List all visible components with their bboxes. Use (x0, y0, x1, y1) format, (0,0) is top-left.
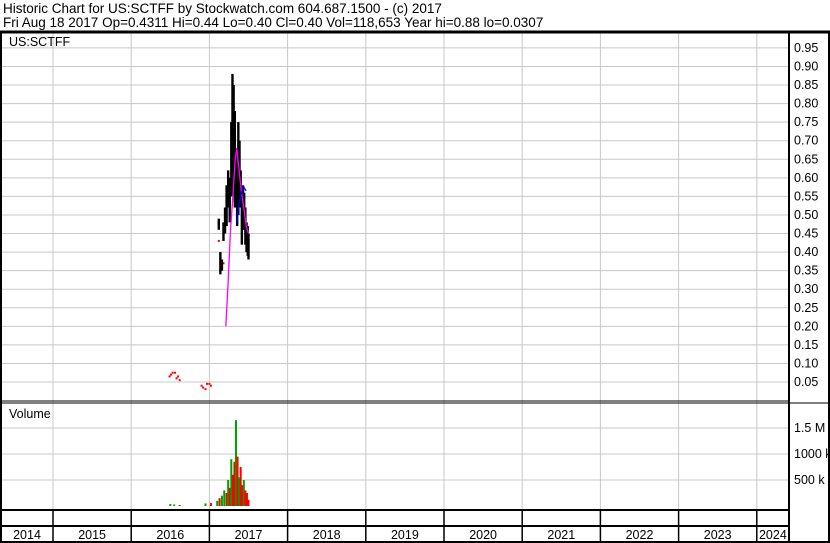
price-dot (202, 386, 205, 389)
price-tick-label: 0.30 (794, 282, 818, 296)
historic-chart: US:SCTFF Volume 0.95 0.90 0.85 0.80 0.75 0.70… (0, 30, 830, 543)
price-dot (200, 384, 203, 387)
price-dot (175, 377, 178, 380)
volume-bar (178, 504, 181, 506)
price-dot (206, 382, 209, 385)
price-dot (170, 373, 173, 376)
price-dot (177, 375, 180, 378)
year-label: 2015 (78, 528, 106, 542)
volume-bar (220, 495, 223, 506)
price-dot (171, 371, 174, 374)
price-tick-label: 0.85 (794, 78, 818, 92)
year-label: 2021 (547, 528, 575, 542)
volume-bar (216, 500, 219, 506)
volume-bar (209, 502, 212, 506)
year-label: 2023 (704, 528, 732, 542)
year-label: 2019 (391, 528, 419, 542)
price-dot (168, 375, 171, 378)
price-dot (217, 239, 220, 242)
volume-bar (223, 490, 226, 506)
year-label: 2014 (13, 528, 41, 542)
price-dot (209, 384, 212, 387)
price-tick-label: 0.15 (794, 338, 818, 352)
volume-bar (218, 498, 221, 506)
year-label: 2018 (313, 528, 341, 542)
price-panel-label: US:SCTFF (9, 35, 70, 49)
price-tick-label: 0.35 (794, 264, 818, 278)
price-tick-label: 0.20 (794, 319, 818, 333)
price-dot (208, 382, 211, 385)
volume-tick-label: 500 k (794, 473, 825, 487)
volume-bar (247, 499, 250, 506)
price-bar (217, 218, 220, 230)
price-tick-label: 0.75 (794, 115, 818, 129)
volume-bar (173, 504, 176, 506)
price-tick-label: 0.25 (794, 301, 818, 315)
year-label: 2020 (469, 528, 497, 542)
price-tick-label: 0.55 (794, 189, 818, 203)
price-dot (204, 388, 207, 391)
volume-tick-label: 1000 k (794, 447, 830, 461)
volume-tick-label: 1.5 M (794, 421, 825, 435)
year-label: 2024 (759, 528, 787, 542)
price-bar (247, 233, 250, 260)
price-tick-label: 0.80 (794, 97, 818, 111)
price-tick-label: 0.50 (794, 208, 818, 222)
price-tick-label: 0.45 (794, 227, 818, 241)
price-tick-label: 0.70 (794, 134, 818, 148)
year-label: 2017 (235, 528, 263, 542)
price-dot (173, 371, 176, 374)
volume-bar (169, 503, 172, 506)
price-dot (178, 379, 181, 382)
year-label: 2016 (156, 528, 184, 542)
price-tick-label: 0.60 (794, 171, 818, 185)
volume-bar (204, 503, 207, 506)
price-tick-label: 0.40 (794, 245, 818, 259)
price-bar (220, 259, 224, 271)
volume-panel-label: Volume (9, 407, 51, 421)
price-tick-label: 0.05 (794, 375, 818, 389)
price-tick-label: 0.65 (794, 152, 818, 166)
price-tick-label: 0.90 (794, 59, 818, 73)
year-label: 2022 (626, 528, 654, 542)
price-tick-label: 0.95 (794, 41, 818, 55)
price-tick-label: 0.10 (794, 356, 818, 370)
